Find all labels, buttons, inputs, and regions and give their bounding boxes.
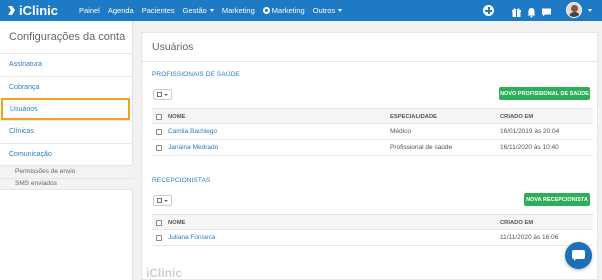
- receptionists-section-title: RECEPCIONISTAS: [152, 177, 211, 184]
- sidebar-item-assinatura[interactable]: Assinatura: [0, 53, 133, 76]
- plus-circle-icon[interactable]: [483, 5, 494, 16]
- col-header-name: NOME: [168, 113, 186, 120]
- top-navbar: iClinic Painel Agenda Pacientes Gestão M…: [0, 0, 602, 21]
- nav-marketing[interactable]: Marketing: [222, 6, 255, 15]
- chat-bubble-icon: [572, 250, 585, 261]
- professional-created: 16/11/2020 às 10:40: [500, 144, 559, 151]
- chat-widget-button[interactable]: [565, 242, 592, 269]
- col-header-created: CRIADO EM: [500, 219, 534, 226]
- sidebar-subitem-permissoes[interactable]: Permissões de envio: [0, 165, 133, 178]
- sidebar-item-cobranca[interactable]: Cobrança: [0, 75, 133, 99]
- professional-specialty: Médico: [390, 128, 411, 135]
- nav-gestao[interactable]: Gestão: [183, 6, 214, 15]
- users-card: Usuários PROFISSIONAIS DE SAÚDE NOVO PRO…: [141, 32, 599, 280]
- avatar[interactable]: [566, 2, 582, 18]
- gear-icon: [262, 7, 270, 14]
- professional-name-link[interactable]: Camila Bachiego: [168, 124, 217, 139]
- logo-icon: [6, 5, 17, 16]
- nav-gestao-label: Gestão: [182, 6, 207, 15]
- row-checkbox[interactable]: [156, 234, 162, 241]
- table-header: NOME CRIADO EM: [152, 214, 593, 230]
- row-checkbox[interactable]: [156, 128, 162, 135]
- sidebar-subitem-sms[interactable]: SMS enviados: [0, 177, 133, 190]
- divider: [142, 61, 599, 62]
- receptionist-created: 11/11/2020 às 16:06: [500, 234, 559, 241]
- bulk-actions-dropdown[interactable]: [153, 89, 172, 100]
- sidebar-item-usuarios[interactable]: Usuários: [1, 98, 130, 120]
- nav-painel[interactable]: Painel: [79, 6, 100, 15]
- professionals-table: NOME ESPECIALIDADE CRIADO EM Camila Bach…: [152, 108, 593, 156]
- sidebar-item-comunicacao[interactable]: Comunicação: [0, 142, 133, 166]
- bulk-actions-dropdown[interactable]: [153, 195, 172, 206]
- checkbox-icon: [157, 198, 162, 203]
- checkbox-icon: [157, 92, 162, 97]
- logo-text: iClinic: [19, 3, 59, 18]
- nav-outros[interactable]: Outros: [313, 6, 343, 15]
- app-logo[interactable]: iClinic: [6, 2, 58, 19]
- nav-agenda[interactable]: Agenda: [108, 6, 134, 15]
- professionals-section-title: PROFISSIONAIS DE SAÚDE: [152, 71, 240, 78]
- professional-name-link[interactable]: Janaina Medrado: [168, 140, 218, 155]
- professional-created: 16/01/2019 às 20:04: [500, 128, 560, 135]
- nav-outros-label: Outros: [312, 6, 336, 15]
- col-header-specialty: ESPECIALIDADE: [390, 113, 438, 120]
- sidebar-menu: Assinatura Cobrança Usuários Clínicas Co…: [0, 53, 133, 190]
- sidebar-item-clinicas[interactable]: Clínicas: [0, 120, 133, 143]
- select-all-checkbox[interactable]: [156, 113, 162, 120]
- footer-logo-watermark: iClinic: [146, 266, 183, 280]
- chevron-down-icon[interactable]: [588, 9, 592, 12]
- chat-icon[interactable]: [541, 5, 552, 17]
- receptionist-name-link[interactable]: Juliana Fonseca: [168, 230, 215, 245]
- chevron-down-icon: [338, 9, 343, 12]
- chevron-down-icon: [164, 93, 168, 96]
- bell-icon[interactable]: [526, 5, 537, 18]
- receptionists-table: NOME CRIADO EM Juliana Fonseca 11/11/202…: [152, 214, 593, 246]
- nav-pacientes[interactable]: Pacientes: [142, 6, 175, 15]
- settings-sidebar: Configurações da conta Assinatura Cobran…: [0, 21, 133, 280]
- sidebar-title: Configurações da conta: [9, 31, 126, 43]
- main-content: Usuários PROFISSIONAIS DE SAÚDE NOVO PRO…: [133, 21, 602, 280]
- chevron-down-icon: [209, 9, 214, 12]
- new-receptionist-button[interactable]: NOVA RECEPCIONISTA: [524, 193, 590, 206]
- page-title: Usuários: [152, 41, 194, 53]
- nav-marketing-gear-label: Marketing: [271, 6, 305, 15]
- col-header-name: NOME: [168, 219, 186, 226]
- professional-specialty: Profissional de saúde: [390, 144, 453, 151]
- table-row: Camila Bachiego Médico 16/01/2019 às 20:…: [152, 124, 593, 140]
- table-row: Juliana Fonseca 11/11/2020 às 16:06: [152, 230, 593, 246]
- new-professional-button[interactable]: NOVO PROFISSIONAL DE SAÚDE: [499, 87, 590, 100]
- nav-marketing-gear[interactable]: Marketing: [262, 6, 305, 15]
- gift-icon[interactable]: [511, 5, 522, 17]
- main-nav: Painel Agenda Pacientes Gestão Marketing…: [79, 0, 350, 21]
- table-header: NOME ESPECIALIDADE CRIADO EM: [152, 108, 593, 124]
- chevron-down-icon: [164, 199, 168, 202]
- select-all-checkbox[interactable]: [156, 219, 162, 226]
- col-header-created: CRIADO EM: [500, 113, 534, 120]
- table-row: Janaina Medrado Profissional de saúde 16…: [152, 140, 593, 156]
- row-checkbox[interactable]: [156, 144, 162, 151]
